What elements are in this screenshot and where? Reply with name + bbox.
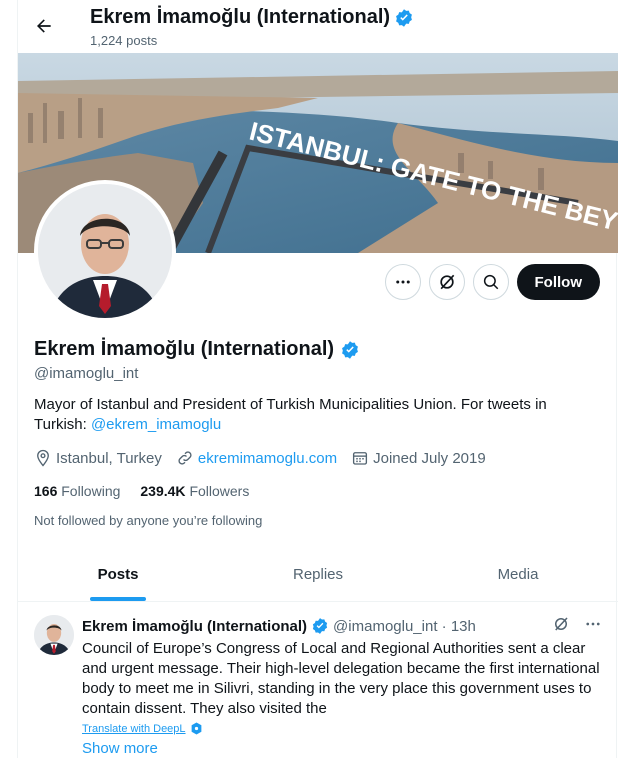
bio-mention-link[interactable]: @ekrem_imamoglu — [91, 416, 221, 433]
followers-count: 239.4K — [140, 483, 186, 499]
grok-slash-icon[interactable] — [552, 615, 570, 633]
profile-column: Ekrem İmamoğlu (International) 1,224 pos… — [17, 0, 618, 758]
post-item[interactable]: Ekrem İmamoğlu (International) @imamoglu… — [18, 603, 618, 758]
post-avatar[interactable] — [34, 615, 74, 655]
tab-media[interactable]: Media — [418, 548, 618, 601]
location-text: Istanbul, Turkey — [56, 449, 162, 467]
post-text: Council of Europe’s Congress of Local an… — [82, 640, 600, 717]
not-followed-note: Not followed by anyone you’re following — [34, 513, 263, 528]
tab-posts[interactable]: Posts — [18, 548, 218, 601]
post-actions-top — [552, 615, 602, 633]
join-date: Joined July 2019 — [351, 449, 486, 467]
more-dots-icon — [395, 280, 410, 284]
profile-bio: Mayor of Istanbul and President of Turki… — [34, 395, 594, 435]
following-label: Following — [61, 483, 121, 499]
tab-replies-label: Replies — [292, 566, 344, 583]
more-button[interactable] — [384, 264, 421, 300]
avatar-image — [38, 184, 172, 318]
header-title: Ekrem İmamoğlu (International) — [90, 6, 414, 29]
arrow-left-icon — [37, 19, 51, 33]
followers-stat[interactable]: 239.4K Followers — [140, 483, 249, 499]
tab-media-label: Media — [497, 566, 539, 583]
profile-tabs: Posts Replies Media — [18, 548, 618, 602]
verified-badge-icon — [312, 618, 328, 634]
active-tab-indicator — [90, 597, 146, 601]
profile-actions: Follow — [384, 264, 600, 300]
top-bar: Ekrem İmamoğlu (International) 1,224 pos… — [18, 0, 618, 53]
deepl-icon — [191, 722, 201, 735]
post-avatar-image — [34, 615, 74, 655]
join-date-text: Joined July 2019 — [373, 449, 486, 467]
followers-label: Followers — [189, 483, 250, 499]
profile-handle: @imamoglu_int — [34, 365, 139, 382]
profile-meta: Istanbul, Turkey ekremimamoglu.com Joine… — [34, 449, 500, 467]
location: Istanbul, Turkey — [34, 449, 162, 467]
location-pin-icon — [37, 449, 49, 467]
grok-slash-icon — [439, 274, 454, 290]
post-handle-time[interactable]: @imamoglu_int · 13h — [333, 618, 476, 635]
post-author-name[interactable]: Ekrem İmamoğlu (International) — [82, 618, 307, 635]
following-stat[interactable]: 166 Following — [34, 483, 120, 499]
profile-name-text: Ekrem İmamoğlu (International) — [34, 338, 335, 360]
link-icon — [178, 451, 192, 465]
translate-link[interactable]: Translate with DeepL — [82, 722, 203, 735]
grok-button[interactable] — [428, 264, 465, 300]
post-header: Ekrem İmamoğlu (International) @imamoglu… — [82, 617, 476, 635]
posts-count: 1,224 posts — [90, 33, 158, 48]
back-button[interactable] — [26, 8, 62, 44]
website-link[interactable]: ekremimamoglu.com — [198, 450, 337, 467]
header-title-text: Ekrem İmamoğlu (International) — [90, 6, 391, 28]
follow-button[interactable]: Follow — [516, 264, 600, 300]
search-icon — [483, 274, 498, 290]
show-more-link[interactable]: Show more — [82, 740, 158, 757]
more-dots-icon[interactable] — [584, 615, 602, 633]
following-count: 166 — [34, 483, 58, 499]
translate-label: Translate with DeepL — [82, 722, 186, 735]
verified-badge-icon — [396, 8, 412, 27]
follow-stats: 166 Following 239.4K Followers — [34, 483, 249, 499]
website: ekremimamoglu.com — [176, 449, 337, 467]
verified-badge-icon[interactable] — [340, 340, 360, 360]
tab-posts-label: Posts — [97, 566, 139, 583]
calendar-icon — [353, 452, 368, 465]
search-profile-button[interactable] — [472, 264, 509, 300]
profile-name: Ekrem İmamoğlu (International) — [34, 338, 360, 361]
profile-avatar[interactable] — [34, 180, 176, 322]
tab-replies[interactable]: Replies — [218, 548, 418, 601]
